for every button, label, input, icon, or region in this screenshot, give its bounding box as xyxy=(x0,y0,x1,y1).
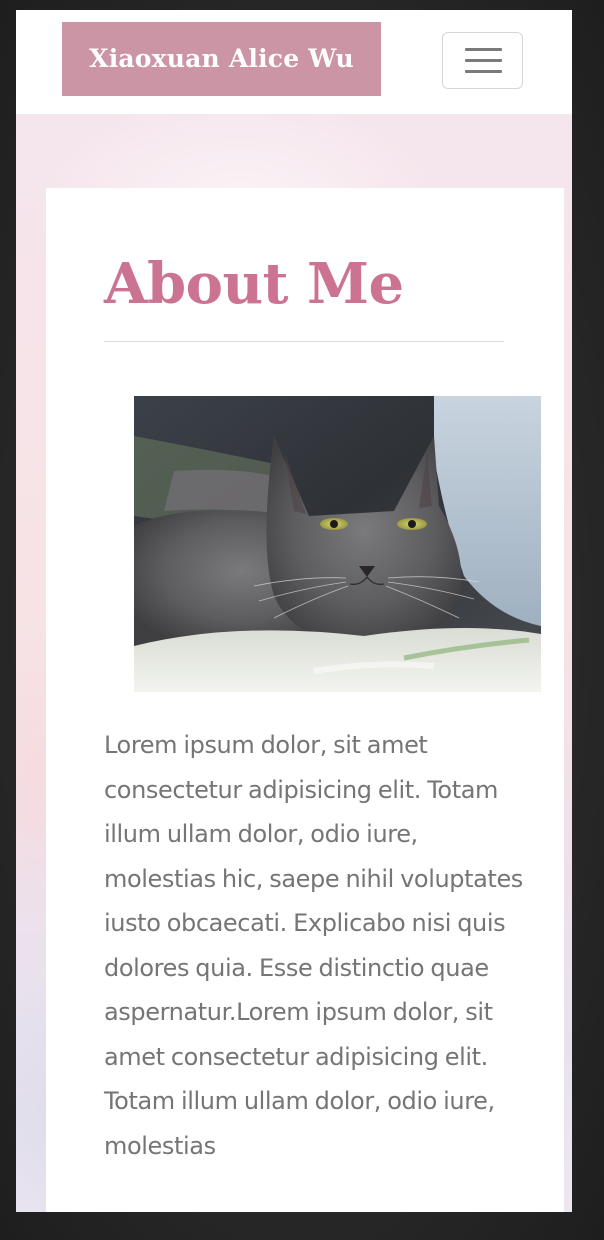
device-frame: Xiaoxuan Alice Wu About Me Lorem ipsum d… xyxy=(0,0,604,1240)
navbar: Xiaoxuan Alice Wu xyxy=(16,10,572,115)
brand-link[interactable]: Xiaoxuan Alice Wu xyxy=(62,22,381,96)
title-divider xyxy=(104,341,504,342)
about-body-text: Lorem ipsum dolor, sit amet consectetur … xyxy=(104,731,523,1160)
cat-photo xyxy=(134,396,541,692)
browser-viewport[interactable]: Xiaoxuan Alice Wu About Me Lorem ipsum d… xyxy=(16,10,572,1212)
about-card: About Me Lorem ipsum dolor, sit amet con… xyxy=(46,188,564,1212)
menu-toggle-button[interactable] xyxy=(442,32,523,89)
page-title: About Me xyxy=(104,251,404,317)
